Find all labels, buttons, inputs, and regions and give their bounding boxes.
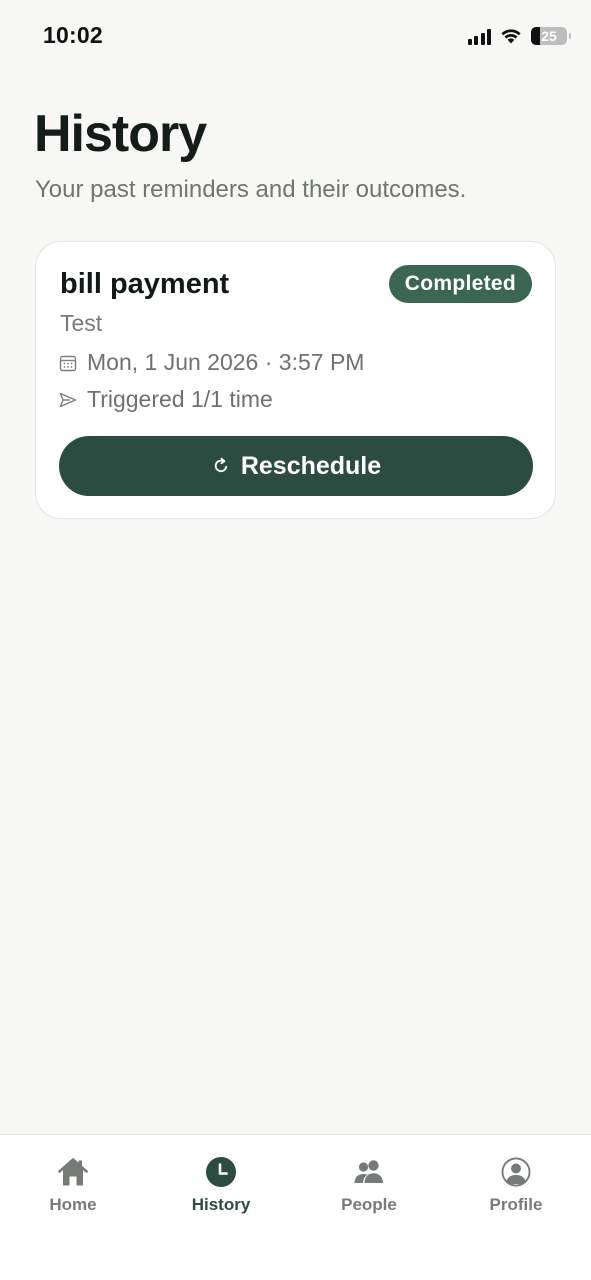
- clock-icon: [206, 1157, 236, 1187]
- tab-history-label: History: [191, 1195, 251, 1214]
- home-icon: [58, 1158, 88, 1186]
- tab-profile-label: Profile: [489, 1195, 543, 1214]
- reminder-datetime: Mon, 1 Jun 2026 · 3:57 PM: [87, 349, 365, 375]
- wifi-icon: [501, 29, 521, 44]
- page-subtitle: Your past reminders and their outcomes.: [35, 176, 467, 203]
- tab-profile[interactable]: Profile: [456, 1155, 576, 1221]
- battery-percentage: 25: [541, 28, 557, 44]
- status-badge: Completed: [388, 265, 532, 303]
- tab-people-label: People: [341, 1195, 397, 1214]
- battery-icon: 25: [531, 27, 571, 45]
- tab-history[interactable]: History: [161, 1155, 281, 1221]
- calendar-icon: [59, 355, 77, 371]
- tab-people[interactable]: People: [309, 1155, 429, 1221]
- reschedule-label: Reschedule: [240, 451, 382, 480]
- page-title: History: [34, 105, 207, 163]
- status-icons: 25: [467, 24, 571, 48]
- reminder-triggered: Triggered 1/1 time: [87, 386, 273, 412]
- send-icon: [59, 392, 77, 407]
- history-screen: 10:02 25 History Your past reminders and…: [0, 0, 591, 1280]
- reschedule-button[interactable]: Reschedule: [59, 436, 533, 496]
- cellular-signal-icon: [467, 28, 491, 45]
- reminder-datetime-row: Mon, 1 Jun 2026 · 3:57 PM: [58, 349, 364, 376]
- reminder-card: bill payment Completed Test Mon, 1 Jun 2…: [35, 241, 556, 519]
- reminder-title: bill payment: [60, 268, 230, 300]
- reminder-triggered-row: Triggered 1/1 time: [58, 386, 273, 413]
- reminder-note: Test: [60, 310, 103, 336]
- tab-bar: Home History People Profile: [0, 1134, 591, 1280]
- tab-home[interactable]: Home: [13, 1155, 133, 1221]
- battery-tip: [568, 33, 571, 39]
- profile-icon: [501, 1157, 531, 1187]
- battery-fill: [531, 27, 540, 45]
- refresh-icon: [214, 457, 227, 473]
- status-bar: 10:02 25: [0, 0, 591, 72]
- status-time: 10:02: [43, 22, 103, 48]
- people-icon: [354, 1160, 383, 1183]
- tab-home-label: Home: [49, 1195, 97, 1214]
